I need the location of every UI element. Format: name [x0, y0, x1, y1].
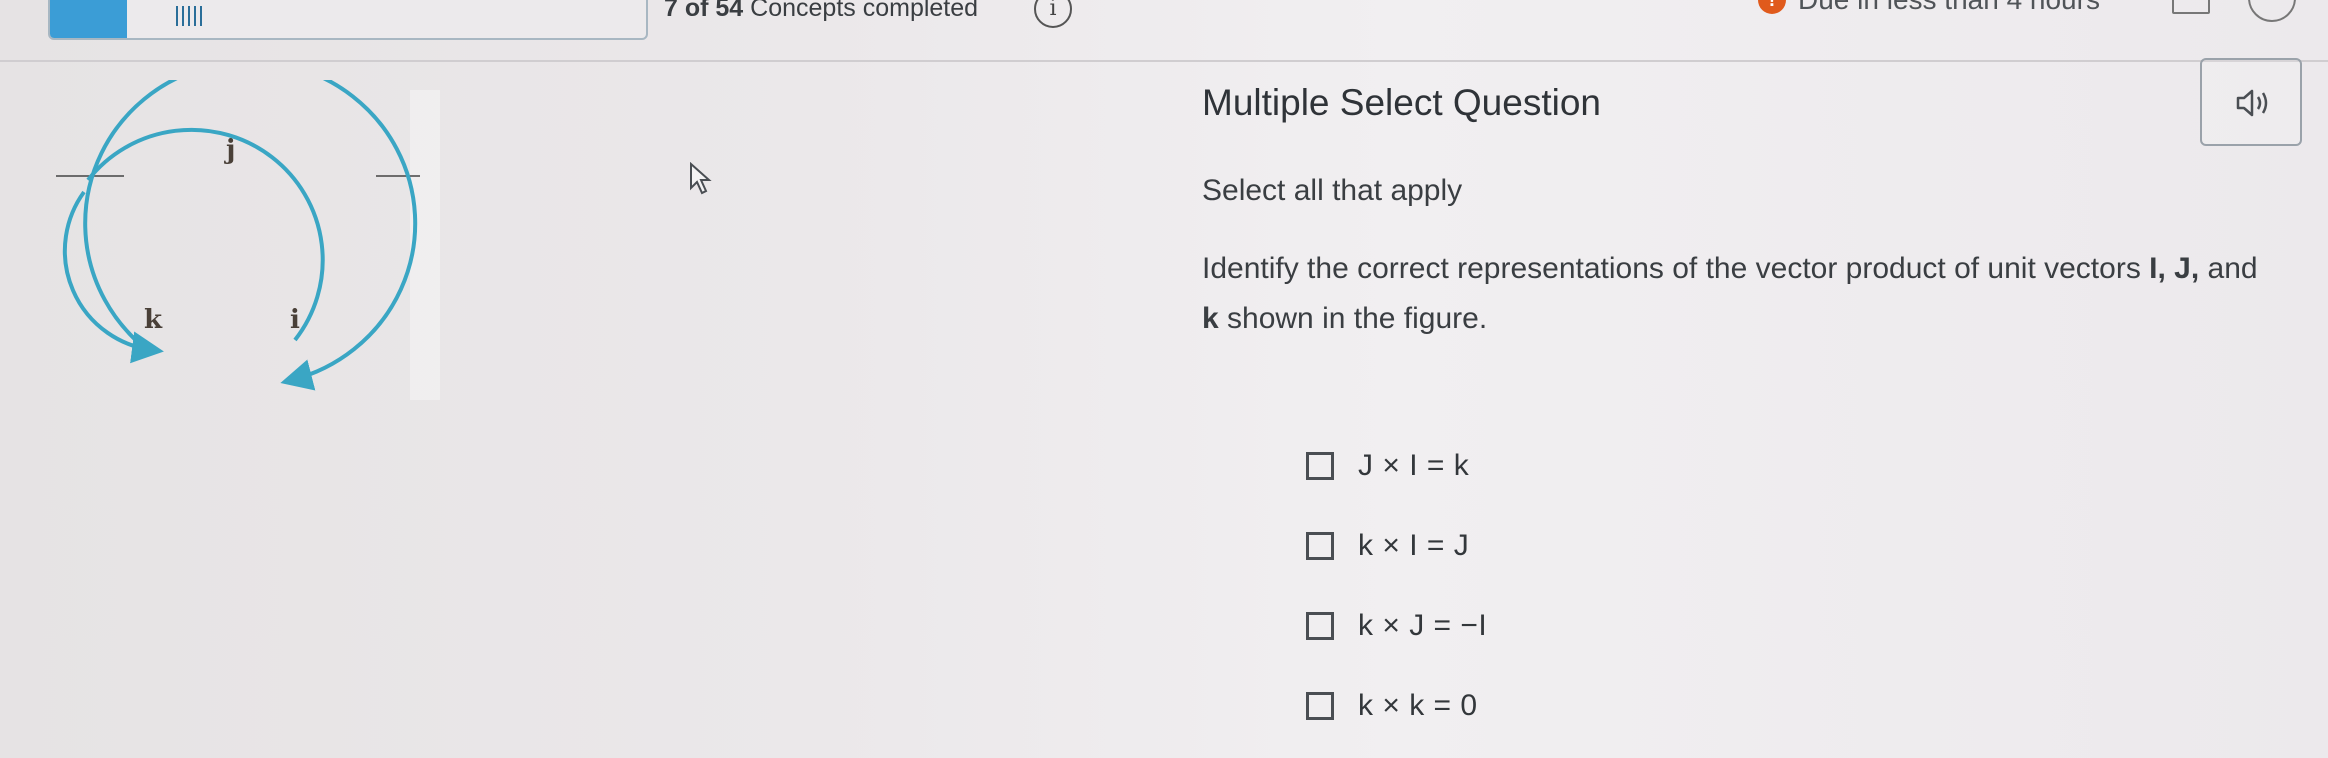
answer-option-4[interactable]: k × k = 0 — [1306, 686, 1478, 726]
label-j: j — [224, 135, 235, 165]
prompt-text-2: and — [2199, 252, 2258, 285]
progress-fill — [50, 0, 128, 38]
option-2-checkbox[interactable] — [1306, 532, 1334, 560]
prompt-text-3: shown in the figure. — [1218, 302, 1488, 335]
left-arc — [62, 190, 164, 364]
menu-icon[interactable] — [2248, 0, 2296, 22]
due-text: Due in less than 4 hours — [1798, 0, 2100, 16]
option-3-checkbox[interactable] — [1306, 612, 1334, 640]
warning-icon: ! — [1758, 0, 1786, 14]
progress-count: 7 of 54 — [664, 0, 744, 22]
option-4-label: k × k = 0 — [1358, 689, 1478, 722]
answer-option-1[interactable]: J × I = k — [1306, 446, 1469, 486]
progress-ticks — [176, 6, 206, 26]
question-type-title: Multiple Select Question — [1202, 82, 1601, 123]
answer-option-2[interactable]: k × I = J — [1306, 526, 1469, 566]
label-k: k — [144, 305, 163, 335]
top-bar: 7 of 54 Concepts completed i ! Due in le… — [0, 0, 2328, 62]
answer-option-3[interactable]: k × J = −I — [1306, 606, 1487, 646]
instruction-text: Select all that apply — [1202, 174, 1463, 207]
progress-text: 7 of 54 Concepts completed — [664, 0, 978, 23]
option-1-checkbox[interactable] — [1306, 452, 1334, 480]
read-aloud-button[interactable] — [2200, 58, 2302, 146]
unit-vector-figure: j k i — [56, 80, 420, 391]
option-3-label: k × J = −I — [1358, 609, 1488, 642]
mouse-cursor-icon — [690, 162, 712, 195]
speaker-icon — [2236, 89, 2268, 117]
prompt-vectors-ij: I, J, — [2149, 252, 2200, 285]
option-1-label: J × I = k — [1358, 449, 1470, 482]
calendar-icon[interactable] — [2172, 0, 2210, 14]
option-4-checkbox[interactable] — [1306, 692, 1334, 720]
prompt-text-1: Identify the correct representations of … — [1202, 252, 2150, 285]
question-prompt: Identify the correct representations of … — [1202, 244, 2282, 344]
progress-label: Concepts completed — [750, 0, 979, 22]
info-icon[interactable]: i — [1034, 0, 1072, 28]
inner-arc — [86, 127, 325, 342]
prompt-vector-k: k — [1202, 302, 1219, 335]
outer-arc — [83, 80, 418, 391]
label-i: i — [290, 305, 300, 335]
progress-bar[interactable] — [48, 0, 648, 40]
option-2-label: k × I = J — [1358, 529, 1470, 562]
